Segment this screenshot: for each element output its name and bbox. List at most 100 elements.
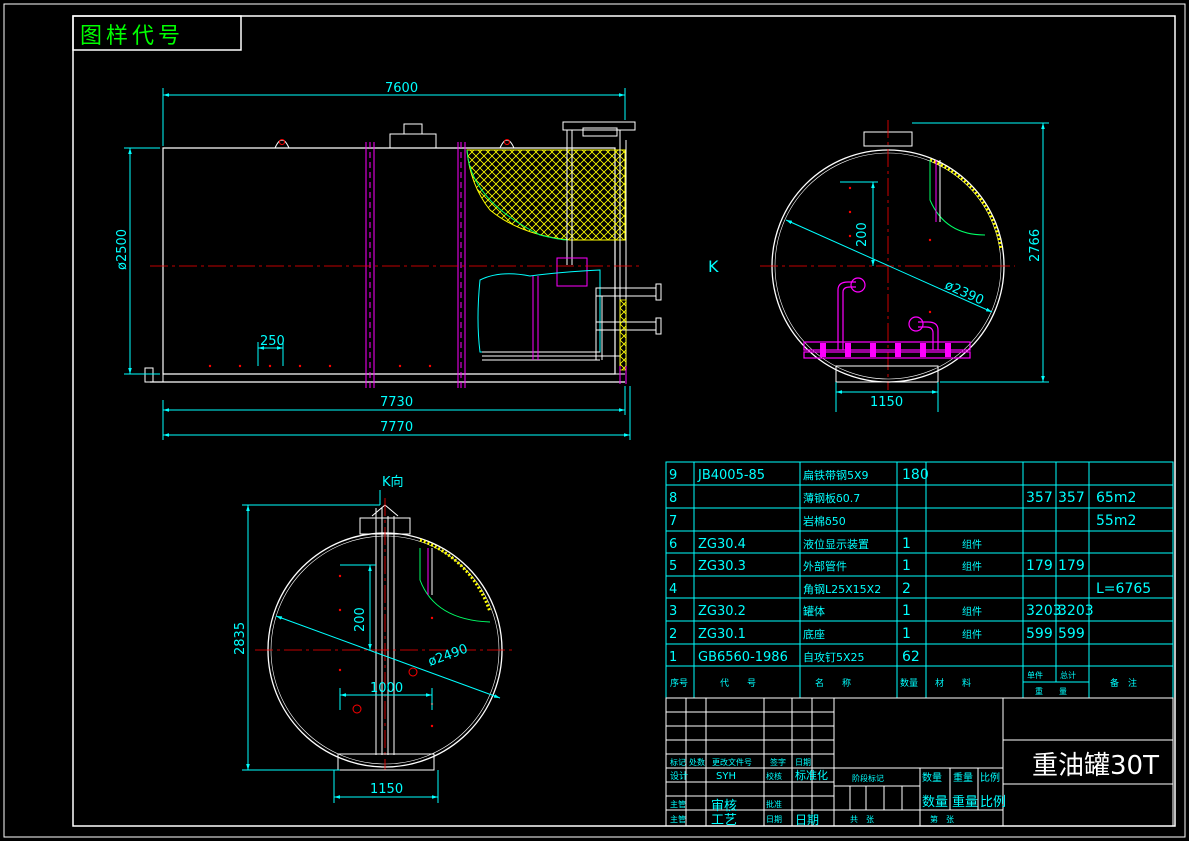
- bom-cell-no: 6: [669, 537, 677, 552]
- scale-label: 比例: [980, 771, 1000, 784]
- bom-cell-unit_w: 357: [1026, 490, 1053, 506]
- qty-label: 数量: [922, 771, 942, 784]
- insulation-hatch: [466, 149, 626, 241]
- scale-label-large: 比例: [980, 795, 1006, 810]
- front-view: 7600 ø2500 250 7730 7770: [115, 81, 662, 440]
- bom-cell-no: 5: [669, 559, 677, 574]
- weight-label-large: 重量: [952, 794, 978, 810]
- dim-d2390: ø2390: [942, 278, 986, 308]
- bom-cell-name: 岩棉δ50: [803, 514, 846, 528]
- bom-cell-code: JB4005-85: [697, 468, 765, 483]
- base-side: [835, 365, 939, 383]
- bom-cell-unit_w: 599: [1026, 626, 1053, 642]
- bom-cell-name: 底座: [803, 627, 825, 641]
- bom-header-total_w: 总计: [1060, 670, 1076, 680]
- designer-name: SYH: [716, 771, 736, 782]
- dim-d2500: ø2500: [115, 229, 130, 270]
- manhole-front: [389, 133, 437, 149]
- bom-cell-code: GB6560-1986: [698, 650, 788, 665]
- bom-header-qty: 数量: [900, 677, 918, 689]
- date-label-large: 日期: [795, 813, 819, 827]
- dim-2766: 2766: [1028, 229, 1043, 262]
- dim-250: 250: [260, 334, 285, 349]
- weight-label: 重量: [953, 771, 973, 784]
- bom-cell-no: 9: [669, 468, 677, 483]
- dim-7730: 7730: [380, 395, 413, 410]
- bom-header-unit_w: 单件: [1027, 670, 1043, 680]
- supervisor-label-2: 主管: [670, 814, 686, 824]
- title-block-text: 重油罐30T 标记 处数 更改文件号 签字 日期 设计 SYH 校核 标准化 阶…: [670, 751, 1159, 828]
- bom-cell-total_w: 599: [1058, 626, 1085, 642]
- bom-cell-total_w: 3203: [1058, 603, 1094, 619]
- sheet-no-label: 第 张: [930, 814, 954, 824]
- bom-cell-name: 罐体: [803, 604, 825, 618]
- k-view: K向 2835 200 ø2490 1000 1150: [233, 474, 515, 803]
- outer-border: [3, 3, 1186, 838]
- bom-cell-name: 液位显示装置: [803, 537, 869, 551]
- bom-header-name: 名 称: [815, 677, 851, 689]
- dim-200-side: 200: [855, 222, 870, 247]
- bom-cell-name: 扁铁带钢5X9: [803, 469, 869, 482]
- bom-cell-unit_w: 3203: [1026, 603, 1062, 619]
- title-code-label: 图样代号: [80, 24, 184, 49]
- bom-header-weight: 重 量: [1035, 686, 1067, 696]
- side-view: K 200 ø2390 2766 1150: [708, 120, 1049, 412]
- bom-cell-qty: 1: [902, 558, 911, 574]
- bom-cell-no: 4: [669, 582, 677, 597]
- bom-cell-code: ZG30.4: [698, 537, 746, 552]
- bom-cell-mat: 组件: [962, 628, 982, 641]
- bom-cell-qty: 1: [902, 626, 911, 642]
- bom-cell-code: ZG30.3: [698, 559, 746, 574]
- sheet-total-label: 共 张: [850, 815, 874, 824]
- sign-label: 签字: [770, 757, 786, 767]
- bom-cell-no: 3: [669, 604, 677, 619]
- view-marker-k: K: [708, 257, 719, 276]
- bom-cell-qty: 62: [902, 649, 920, 665]
- bom-cell-note: 65m2: [1096, 490, 1136, 506]
- dim-7600: 7600: [385, 81, 418, 96]
- bom-cell-no: 1: [669, 650, 677, 665]
- bom-cell-qty: 1: [902, 603, 911, 619]
- supervisor-label: 主管: [670, 799, 686, 809]
- bom-cell-name: 自攻钉5X25: [803, 650, 865, 664]
- date-label-top: 日期: [795, 758, 811, 767]
- bom-cell-note: L=6765: [1096, 581, 1151, 597]
- bom-cell-code: ZG30.1: [698, 627, 746, 642]
- bom-cell-mat: 组件: [962, 538, 982, 551]
- design-label: 设计: [670, 770, 688, 782]
- craft-label: 工艺: [711, 813, 737, 828]
- bom-cell-total_w: 357: [1058, 490, 1085, 506]
- bom-header-no: 序号: [670, 677, 688, 689]
- standard-label: 标准化: [795, 768, 828, 782]
- bom-header-code: 代 号: [720, 678, 756, 689]
- dim-1150-side: 1150: [870, 395, 903, 410]
- dim-1000: 1000: [370, 681, 403, 696]
- qty-label-large: 数量: [922, 795, 948, 810]
- date-label: 日期: [766, 815, 782, 824]
- count-label: 处数: [689, 757, 705, 767]
- bom-rows: 9 JB4005-85 扁铁带钢5X9 180 8 薄钢板δ0.7 357 357 65m2 7 岩…: [669, 467, 1151, 696]
- bom-cell-name: 薄钢板δ0.7: [803, 491, 860, 505]
- dim-1150-k: 1150: [370, 782, 403, 797]
- bom-cell-name: 外部管件: [803, 559, 847, 573]
- bom-cell-unit_w: 179: [1026, 558, 1053, 574]
- bom-cell-no: 7: [669, 514, 677, 529]
- drawing-frame: [72, 15, 1176, 827]
- bom-cell-qty: 2: [902, 581, 911, 597]
- review-label: 审核: [711, 799, 737, 814]
- mark-label: 标记: [670, 757, 686, 767]
- bom-cell-name: 角钢L25X15X2: [803, 583, 881, 596]
- stage-mark-label: 阶段标记: [852, 773, 884, 783]
- change-doc-label: 更改文件号: [712, 757, 752, 767]
- dim-2835: 2835: [233, 622, 248, 655]
- drawing-title: 重油罐30T: [1032, 751, 1159, 781]
- bom-header-mat: 材 料: [935, 677, 971, 689]
- dim-7770: 7770: [380, 420, 413, 435]
- drawing-canvas: 图样代号 7600 ø2500 250 7730 7770 K 200 ø239…: [3, 3, 1186, 838]
- dim-200-k: 200: [353, 607, 368, 632]
- bom-cell-total_w: 179: [1058, 558, 1085, 574]
- bom-cell-qty: 180: [902, 467, 929, 483]
- check-label: 校核: [766, 771, 782, 781]
- bom-cell-mat: 组件: [962, 560, 982, 573]
- dim-d2490: ø2490: [426, 642, 470, 670]
